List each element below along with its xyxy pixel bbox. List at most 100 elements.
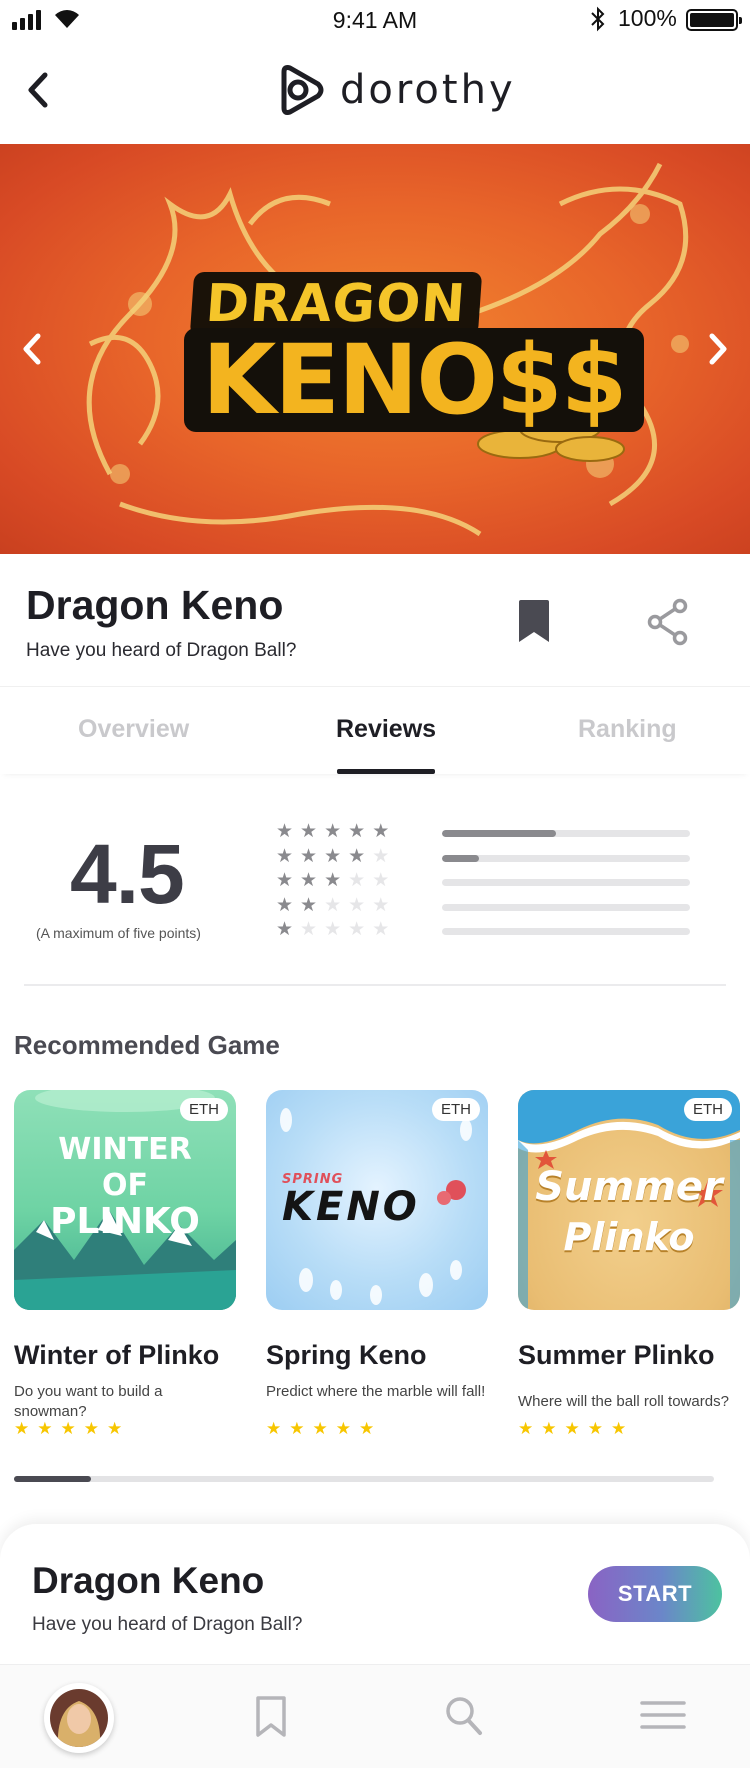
star-icon: ★ — [83, 1419, 99, 1438]
start-button[interactable]: START — [588, 1566, 722, 1622]
star-icon: ★ — [107, 1419, 123, 1438]
star-icon: ★ — [37, 1419, 53, 1438]
star-icon: ★ — [348, 894, 366, 916]
sheet-title: Dragon Keno — [32, 1560, 265, 1601]
hero-logo-line2: KENO$$ — [184, 328, 644, 432]
search-icon — [446, 1697, 482, 1735]
rating-stars: ★ ★ ★ ★ ★ — [276, 845, 390, 867]
share-icon — [647, 598, 688, 646]
rating-caption: (A maximum of five points) — [36, 925, 201, 941]
star-icon: ★ — [324, 845, 342, 867]
nav-search[interactable] — [444, 1695, 484, 1742]
tab-ranking[interactable]: Ranking — [578, 715, 677, 744]
carousel-scrollbar[interactable] — [14, 1476, 714, 1482]
chevron-right-icon — [709, 333, 727, 365]
tab-overview[interactable]: Overview — [78, 715, 189, 744]
star-icon: ★ — [372, 919, 390, 940]
tab-reviews[interactable]: Reviews — [336, 715, 436, 744]
recommended-title: Winter of Plinko — [14, 1340, 220, 1370]
recommended-description: Where will the ball roll towards? — [518, 1393, 729, 1410]
brand-name: dorothy — [340, 67, 516, 113]
rating-bar-fill — [442, 854, 480, 862]
recommended-card[interactable]: WINTER OF PLINKO ETH Winter of Plinko Do… — [14, 1090, 236, 1438]
rating-row: ★ ★ ★ ★ ★ — [276, 920, 706, 945]
rating-row: ★ ★ ★ ★ ★ — [276, 894, 706, 921]
star-icon: ★ — [289, 1419, 305, 1438]
star-icon: ★ — [276, 870, 294, 891]
star-icon: ★ — [300, 894, 318, 916]
star-icon: ★ — [60, 1419, 76, 1438]
rating-stars: ★ ★ ★ ★ ★ — [276, 822, 389, 842]
eth-badge: ETH — [432, 1098, 480, 1121]
recommended-description: Predict where the marble will fall! — [266, 1383, 486, 1400]
rating-bar-fill — [442, 830, 557, 837]
rating-bar — [442, 830, 690, 837]
hamburger-menu-icon — [640, 1701, 686, 1729]
star-icon: ★ — [564, 1419, 580, 1438]
carousel-scrollbar-thumb[interactable] — [14, 1476, 91, 1482]
share-button[interactable] — [646, 598, 690, 646]
chevron-left-icon — [23, 333, 41, 365]
star-icon: ★ — [359, 1419, 375, 1438]
rating-bar — [442, 903, 690, 911]
star-icon: ★ — [300, 870, 318, 891]
star-icon: ★ — [372, 845, 390, 867]
star-icon: ★ — [348, 845, 366, 867]
recommended-description: Do you want to build a snowman? — [14, 1383, 163, 1420]
recommended-heading: Recommended Game — [14, 1030, 280, 1060]
game-title: Dragon Keno — [26, 582, 284, 628]
game-info: Dragon Keno Have you heard of Dragon Bal… — [0, 554, 750, 684]
rating-row: ★ ★ ★ ★ ★ — [276, 822, 706, 847]
rating-row: ★ ★ ★ ★ ★ — [276, 845, 706, 872]
nav-bookmarks[interactable] — [254, 1695, 288, 1744]
star-icon: ★ — [372, 870, 390, 891]
recommended-card[interactable]: Summer Plinko ETH Summer Plinko Where wi… — [518, 1090, 740, 1438]
star-icon: ★ — [312, 1419, 328, 1438]
star-icon: ★ — [372, 821, 390, 842]
game-thumbnail[interactable]: Summer Plinko ETH — [518, 1090, 740, 1310]
carousel-prev-button[interactable] — [10, 324, 54, 374]
star-icon: ★ — [300, 845, 318, 867]
rating-stars: ★ ★ ★ ★ ★ — [276, 894, 389, 916]
carousel-next-button[interactable] — [696, 324, 740, 374]
back-button[interactable] — [18, 68, 58, 112]
star-icon: ★ — [587, 1419, 603, 1438]
dorothy-logo-icon — [281, 65, 324, 115]
star-icon: ★ — [300, 821, 318, 842]
thumbnail-title: WINTER OF PLINKO — [50, 1132, 200, 1242]
battery-percent: 100% — [618, 5, 677, 31]
star-icon: ★ — [14, 1419, 30, 1438]
bookmark-button[interactable] — [514, 598, 554, 646]
tab-bar: Overview Reviews Ranking — [0, 686, 750, 774]
status-bar: 9:41 AM 100% — [0, 0, 750, 40]
star-icon: ★ — [348, 821, 366, 842]
star-icon: ★ — [335, 1419, 351, 1438]
bottom-sheet: Dragon Keno Have you heard of Dragon Bal… — [0, 1524, 750, 1664]
star-icon: ★ — [324, 821, 342, 842]
thumbnail-title: SPRING KENO — [282, 1172, 420, 1230]
active-tab-indicator — [337, 769, 435, 774]
chevron-left-icon — [28, 72, 48, 108]
star-rating: ★ ★ ★ ★ ★ — [266, 1420, 374, 1438]
star-icon: ★ — [300, 919, 318, 940]
avatar-image — [50, 1689, 108, 1747]
brand-logo: dorothy — [276, 62, 516, 118]
star-icon: ★ — [276, 919, 294, 940]
recommended-card[interactable]: SPRING KENO ETH Spring Keno Predict wher… — [266, 1090, 488, 1438]
game-thumbnail[interactable]: WINTER OF PLINKO ETH — [14, 1090, 236, 1310]
star-rating: ★ ★ ★ ★ ★ — [14, 1420, 122, 1438]
rating-bar — [442, 879, 690, 886]
avatar[interactable] — [44, 1683, 114, 1753]
recommended-title: Spring Keno — [266, 1340, 427, 1370]
game-thumbnail[interactable]: SPRING KENO ETH — [266, 1090, 488, 1310]
star-rating: ★ ★ ★ ★ ★ — [518, 1420, 626, 1438]
nav-menu[interactable] — [640, 1695, 686, 1740]
game-subtitle: Have you heard of Dragon Ball? — [26, 640, 297, 661]
star-icon: ★ — [324, 919, 342, 940]
bluetooth-icon — [591, 6, 605, 32]
divider — [24, 984, 726, 986]
star-icon: ★ — [518, 1419, 534, 1438]
rating-bar — [442, 928, 690, 935]
battery-icon — [686, 9, 742, 31]
recommended-title: Summer Plinko — [518, 1340, 715, 1370]
